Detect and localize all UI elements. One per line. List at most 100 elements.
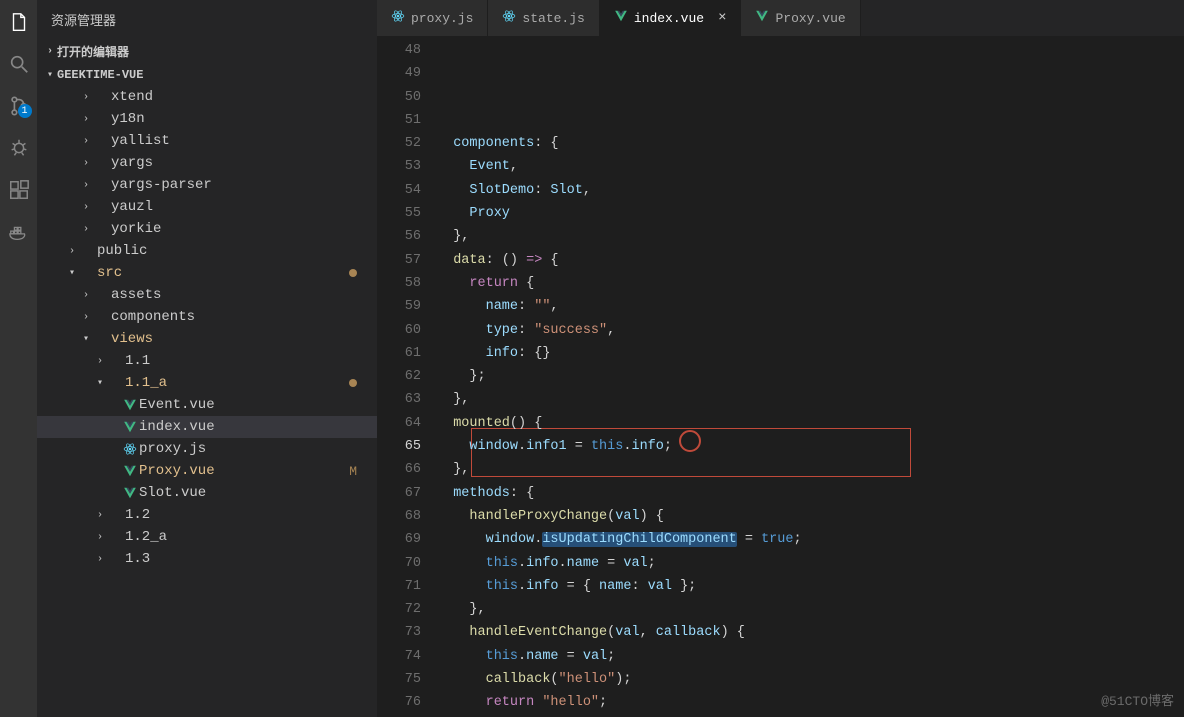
folder-item[interactable]: ›1.3 — [37, 548, 377, 570]
line-number: 64 — [377, 412, 421, 435]
modified-dot-icon — [349, 269, 357, 277]
open-editors-header[interactable]: › 打开的编辑器 — [37, 39, 377, 64]
modified-dot-icon — [349, 379, 357, 387]
chevron-right-icon: › — [47, 46, 53, 57]
vue-file-icon — [121, 464, 139, 478]
folder-item[interactable]: ›1.1 — [37, 350, 377, 372]
line-number: 62 — [377, 365, 421, 388]
vue-file-icon — [121, 486, 139, 500]
code-line: }, — [437, 598, 1184, 621]
folder-item[interactable]: ▾1.1_a — [37, 372, 377, 394]
tree-item-label: components — [111, 309, 195, 325]
code-line: Event, — [437, 155, 1184, 178]
folder-item[interactable]: ▾views — [37, 328, 377, 350]
tree-item-label: yargs — [111, 155, 153, 171]
editor-tabs: proxy.js state.js index.vue × Proxy.vue — [377, 0, 1184, 36]
sidebar: 资源管理器 › 打开的编辑器 ▾ GEEKTIME-VUE ›xtend›y18… — [37, 0, 377, 717]
line-number: 51 — [377, 109, 421, 132]
docker-icon[interactable] — [7, 220, 31, 244]
scm-badge: 1 — [18, 104, 32, 118]
line-number: 75 — [377, 668, 421, 691]
line-number: 74 — [377, 645, 421, 668]
editor-tab[interactable]: Proxy.vue — [741, 0, 860, 36]
line-number: 58 — [377, 272, 421, 295]
line-gutter: 4849505152535455565758596061626364656667… — [377, 36, 437, 717]
line-number: 68 — [377, 505, 421, 528]
file-item[interactable]: Slot.vue — [37, 482, 377, 504]
tree-item-label: yauzl — [111, 199, 153, 215]
code-line: handleEventChange(val, callback) { — [437, 621, 1184, 644]
tree-item-label: views — [111, 331, 153, 347]
code-line: handleProxyChange(val) { — [437, 505, 1184, 528]
file-item[interactable]: Proxy.vueM — [37, 460, 377, 482]
line-number: 61 — [377, 342, 421, 365]
vue-file-icon — [121, 420, 139, 434]
line-number: 54 — [377, 179, 421, 202]
code-line: this.name = val; — [437, 645, 1184, 668]
file-item[interactable]: proxy.js — [37, 438, 377, 460]
code-line: info: {} — [437, 342, 1184, 365]
tree-item-label: public — [97, 243, 147, 259]
file-item[interactable]: Event.vue — [37, 394, 377, 416]
watermark: @51CTO博客 — [1101, 690, 1174, 709]
folder-item[interactable]: ›1.2_a — [37, 526, 377, 548]
code-line: return "hello"; — [437, 691, 1184, 714]
folder-item[interactable]: ›yargs-parser — [37, 174, 377, 196]
explorer-icon[interactable] — [7, 10, 31, 34]
tree-item-label: src — [97, 265, 122, 281]
tree-item-label: yallist — [111, 133, 170, 149]
tab-label: proxy.js — [411, 11, 473, 26]
folder-item[interactable]: ›yallist — [37, 130, 377, 152]
folder-item[interactable]: ›1.2 — [37, 504, 377, 526]
tree-item-label: 1.2_a — [125, 529, 167, 545]
folder-item[interactable]: ▾ src — [37, 262, 377, 284]
file-item[interactable]: index.vue — [37, 416, 377, 438]
folder-item[interactable]: › yargs — [37, 152, 377, 174]
project-header[interactable]: ▾ GEEKTIME-VUE — [37, 64, 377, 86]
folder-item[interactable]: ›xtend — [37, 86, 377, 108]
editor-tab[interactable]: proxy.js — [377, 0, 488, 36]
folder-item[interactable]: ›assets — [37, 284, 377, 306]
code-line: data: () => { — [437, 249, 1184, 272]
tree-item-label: Slot.vue — [139, 485, 206, 501]
chevron-icon: ▾ — [93, 377, 107, 389]
folder-item[interactable]: ›public — [37, 240, 377, 262]
line-number: 50 — [377, 86, 421, 109]
folder-item[interactable]: › components — [37, 306, 377, 328]
line-number: 71 — [377, 575, 421, 598]
extensions-icon[interactable] — [7, 178, 31, 202]
chevron-icon: › — [79, 202, 93, 213]
line-number: 59 — [377, 295, 421, 318]
code-line: this.info = { name: val }; — [437, 575, 1184, 598]
chevron-icon: › — [79, 114, 93, 125]
line-number: 67 — [377, 482, 421, 505]
code-line: methods: { — [437, 482, 1184, 505]
search-icon[interactable] — [7, 52, 31, 76]
tab-label: Proxy.vue — [775, 11, 845, 26]
code-content[interactable]: components: { Event, SlotDemo: Slot, Pro… — [437, 36, 1184, 717]
js-file-icon — [121, 442, 139, 456]
tree-item-label: xtend — [111, 89, 153, 105]
line-number: 55 — [377, 202, 421, 225]
editor-tab[interactable]: state.js — [488, 0, 599, 36]
chevron-icon: › — [79, 180, 93, 191]
tree-item-label: yorkie — [111, 221, 161, 237]
line-number: 76 — [377, 691, 421, 714]
folder-item[interactable]: ›y18n — [37, 108, 377, 130]
line-number: 70 — [377, 552, 421, 575]
debug-icon[interactable] — [7, 136, 31, 160]
code-line: return { — [437, 272, 1184, 295]
tab-label: index.vue — [634, 11, 704, 26]
folder-item[interactable]: ›yorkie — [37, 218, 377, 240]
editor-tab[interactable]: index.vue × — [600, 0, 742, 36]
code-line: SlotDemo: Slot, — [437, 179, 1184, 202]
folder-item[interactable]: › yauzl — [37, 196, 377, 218]
code-line: mounted() { — [437, 412, 1184, 435]
tree-item-label: assets — [111, 287, 161, 303]
tab-label: state.js — [522, 11, 584, 26]
chevron-icon: › — [79, 312, 93, 323]
source-control-icon[interactable]: 1 — [7, 94, 31, 118]
chevron-icon: ▾ — [65, 267, 79, 279]
close-icon[interactable]: × — [718, 10, 726, 26]
chevron-icon: › — [79, 158, 93, 169]
